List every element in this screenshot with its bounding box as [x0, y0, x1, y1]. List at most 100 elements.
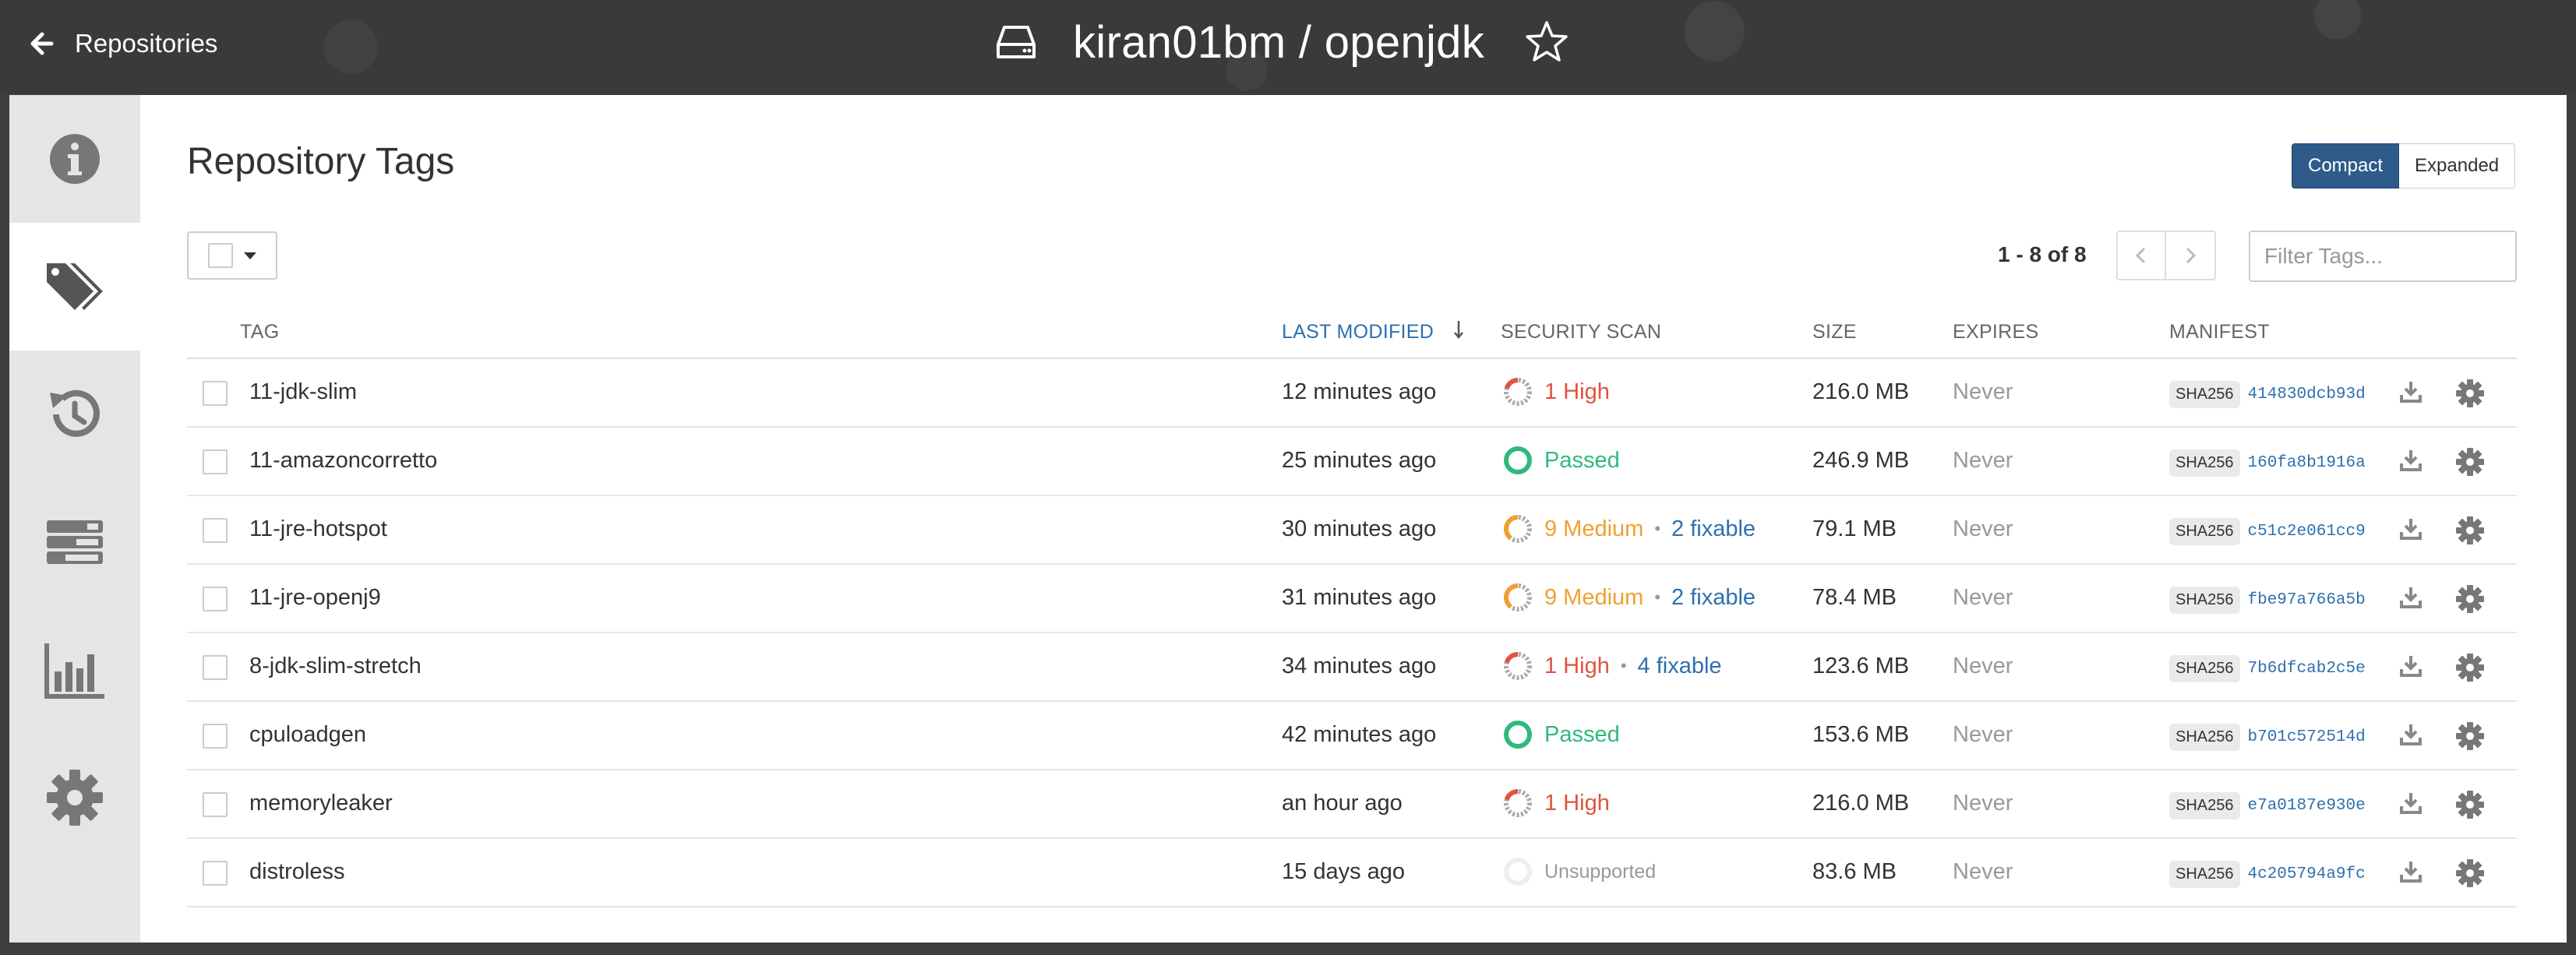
row-checkbox[interactable] [203, 792, 228, 817]
row-checkbox[interactable] [203, 518, 228, 543]
table-row[interactable]: 11-jdk-slim 12 minutes ago 1 High 216.0 … [187, 359, 2517, 428]
image-size: 216.0 MB [1812, 379, 1910, 404]
compact-view-button[interactable]: Compact [2292, 143, 2400, 189]
manifest-digest: SHA256 160fa8b1916a [2169, 449, 2366, 477]
filter-tags-input[interactable] [2249, 231, 2517, 282]
fixable-count-link[interactable]: 2 fixable [1671, 585, 1756, 611]
download-icon[interactable] [2398, 654, 2423, 678]
row-checkbox[interactable] [203, 861, 228, 886]
gear-icon[interactable] [2454, 583, 2486, 615]
security-scan-status[interactable]: 9 Medium • 2 fixable [1502, 582, 1756, 613]
gear-icon[interactable] [2454, 378, 2486, 409]
column-header-security-scan[interactable]: SECURITY SCAN [1501, 321, 1661, 344]
expiration: Never [1953, 722, 2013, 747]
sidebar-item-settings[interactable] [9, 734, 140, 862]
tags-icon [47, 263, 103, 310]
gear-icon[interactable] [2454, 789, 2486, 820]
settings-icon [47, 770, 103, 826]
scan-medium-icon [1504, 583, 1532, 611]
digest-link[interactable]: e7a0187e930e [2248, 797, 2366, 815]
row-checkbox[interactable] [203, 587, 228, 611]
column-header-tag[interactable]: TAG [240, 321, 279, 344]
download-icon[interactable] [2398, 379, 2423, 404]
section-title: Repository Tags [187, 141, 455, 182]
expiration: Never [1953, 859, 2013, 884]
download-icon[interactable] [2398, 448, 2423, 473]
sha256-badge: SHA256 [2169, 518, 2240, 545]
table-row[interactable]: cpuloadgen 42 minutes ago Passed 153.6 M… [187, 702, 2517, 770]
star-icon[interactable] [1523, 19, 1570, 65]
table-row[interactable]: 11-jre-hotspot 30 minutes ago 9 Medium • 2… [187, 496, 2517, 565]
expiration: Never [1953, 516, 2013, 541]
hard-drive-icon [997, 26, 1036, 58]
scan-passed-icon [1504, 721, 1532, 749]
download-icon[interactable] [2398, 722, 2423, 747]
image-size: 83.6 MB [1812, 859, 1897, 884]
security-scan-status[interactable]: 1 High • 4 fixable [1502, 650, 1722, 682]
select-all-dropdown[interactable] [187, 231, 277, 280]
sidebar-item-builds[interactable] [9, 478, 140, 606]
next-page-button[interactable] [2166, 231, 2216, 280]
previous-page-button[interactable] [2116, 231, 2166, 280]
row-checkbox[interactable] [203, 655, 228, 680]
chevron-left-icon [2135, 247, 2146, 264]
table-row[interactable]: 11-amazoncorretto 25 minutes ago Passed … [187, 428, 2517, 496]
expanded-view-button[interactable]: Expanded [2399, 143, 2516, 189]
table-row[interactable]: 11-jre-openj9 31 minutes ago 9 Medium • 2 … [187, 565, 2517, 633]
fixable-count-link[interactable]: 2 fixable [1671, 516, 1756, 542]
download-icon[interactable] [2398, 791, 2423, 816]
column-header-expires[interactable]: EXPIRES [1953, 321, 2038, 344]
manifest-digest: SHA256 414830dcb93d [2169, 381, 2366, 408]
sidebar-item-tags[interactable] [9, 223, 140, 351]
sha256-badge: SHA256 [2169, 587, 2240, 614]
digest-link[interactable]: b701c572514d [2248, 728, 2366, 746]
column-header-last-modified[interactable]: LAST MODIFIED [1282, 321, 1434, 344]
table-body: 11-jdk-slim 12 minutes ago 1 High 216.0 … [187, 359, 2517, 907]
manifest-digest: SHA256 7b6dfcab2c5e [2169, 655, 2366, 682]
column-header-manifest[interactable]: MANIFEST [2169, 321, 2270, 344]
column-header-size[interactable]: SIZE [1812, 321, 1857, 344]
gear-icon[interactable] [2454, 721, 2486, 752]
security-scan-status[interactable]: 1 High [1502, 376, 1610, 407]
sidebar-item-history[interactable] [9, 351, 140, 478]
gear-icon[interactable] [2454, 652, 2486, 683]
table-row[interactable]: distroless 15 days ago Unsupported 83.6 … [187, 839, 2517, 907]
download-icon[interactable] [2398, 859, 2423, 884]
last-modified: 34 minutes ago [1282, 654, 1437, 678]
view-toggle: Compact Expanded [2292, 143, 2516, 189]
row-checkbox[interactable] [203, 381, 228, 406]
sidebar-item-info[interactable] [9, 95, 140, 223]
last-modified: an hour ago [1282, 791, 1403, 816]
gear-icon[interactable] [2454, 515, 2486, 546]
digest-link[interactable]: 4c205794a9fc [2248, 865, 2366, 883]
digest-link[interactable]: 414830dcb93d [2248, 386, 2366, 403]
sidebar-item-usage[interactable] [9, 606, 140, 734]
scan-status-text: 1 High [1544, 379, 1610, 404]
image-size: 78.4 MB [1812, 585, 1897, 610]
fixable-count-link[interactable]: 4 fixable [1638, 654, 1722, 679]
digest-link[interactable]: 160fa8b1916a [2248, 454, 2366, 472]
arrow-left-icon [30, 32, 54, 55]
tag-name: 11-jdk-slim [249, 379, 358, 404]
security-scan-status[interactable]: Unsupported [1502, 856, 1656, 887]
security-scan-status[interactable]: 1 High [1502, 788, 1610, 819]
row-checkbox[interactable] [203, 449, 228, 474]
download-icon[interactable] [2398, 516, 2423, 541]
security-scan-status[interactable]: Passed [1502, 445, 1620, 476]
table-row[interactable]: memoryleaker an hour ago 1 High 216.0 MB… [187, 770, 2517, 839]
digest-link[interactable]: fbe97a766a5b [2248, 591, 2366, 609]
download-icon[interactable] [2398, 585, 2423, 610]
gear-icon[interactable] [2454, 446, 2486, 477]
row-checkbox[interactable] [203, 724, 228, 749]
select-all-checkbox[interactable] [208, 243, 233, 268]
security-scan-status[interactable]: Passed [1502, 719, 1620, 750]
sort-down-icon[interactable] [1451, 318, 1466, 341]
gear-icon[interactable] [2454, 858, 2486, 889]
scan-status-text: 9 Medium [1544, 584, 1644, 610]
image-size: 123.6 MB [1812, 654, 1910, 678]
digest-link[interactable]: c51c2e061cc9 [2248, 523, 2366, 541]
back-to-repositories-link[interactable]: Repositories [30, 26, 217, 61]
digest-link[interactable]: 7b6dfcab2c5e [2248, 660, 2366, 678]
table-row[interactable]: 8-jdk-slim-stretch 34 minutes ago 1 High… [187, 633, 2517, 702]
security-scan-status[interactable]: 9 Medium • 2 fixable [1502, 513, 1756, 544]
